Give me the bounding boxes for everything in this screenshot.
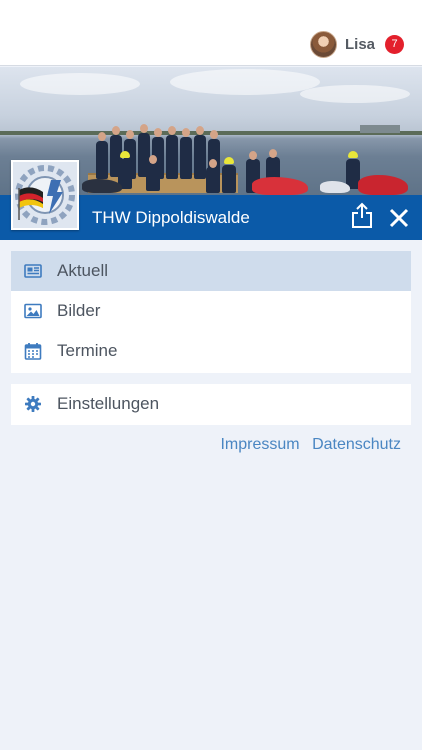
username[interactable]: Lisa bbox=[345, 36, 375, 53]
menu-item-aktuell[interactable]: Aktuell bbox=[11, 251, 411, 291]
newspaper-icon bbox=[24, 264, 42, 278]
menu-item-termine[interactable]: Termine bbox=[11, 331, 411, 371]
share-icon[interactable] bbox=[351, 202, 373, 228]
menu-item-label: Einstellungen bbox=[57, 394, 160, 413]
menu-item-label: Bilder bbox=[57, 301, 101, 320]
top-bar: Lisa 7 bbox=[0, 0, 422, 66]
gear-icon bbox=[25, 396, 41, 412]
menu-item-einstellungen[interactable]: Einstellungen bbox=[11, 384, 411, 424]
impressum-link[interactable]: Impressum bbox=[220, 436, 299, 453]
thw-logo-icon bbox=[13, 162, 77, 228]
main-menu: Aktuell Bilder Termine bbox=[11, 251, 411, 373]
organization-name: THW Dippoldiswalde bbox=[92, 208, 250, 227]
image-icon bbox=[24, 303, 42, 319]
menu-item-label: Aktuell bbox=[57, 261, 109, 280]
menu-item-label: Termine bbox=[57, 341, 118, 360]
calendar-icon bbox=[24, 343, 42, 360]
close-icon[interactable] bbox=[389, 208, 409, 228]
settings-menu: Einstellungen bbox=[11, 384, 411, 425]
notification-badge[interactable]: 7 bbox=[385, 34, 404, 54]
footer-links: Impressum Datenschutz bbox=[212, 436, 401, 454]
organization-logo bbox=[11, 160, 79, 230]
menu-item-bilder[interactable]: Bilder bbox=[11, 291, 411, 331]
avatar[interactable] bbox=[309, 30, 337, 58]
datenschutz-link[interactable]: Datenschutz bbox=[312, 436, 401, 453]
user-profile[interactable]: Lisa 7 bbox=[309, 30, 404, 58]
